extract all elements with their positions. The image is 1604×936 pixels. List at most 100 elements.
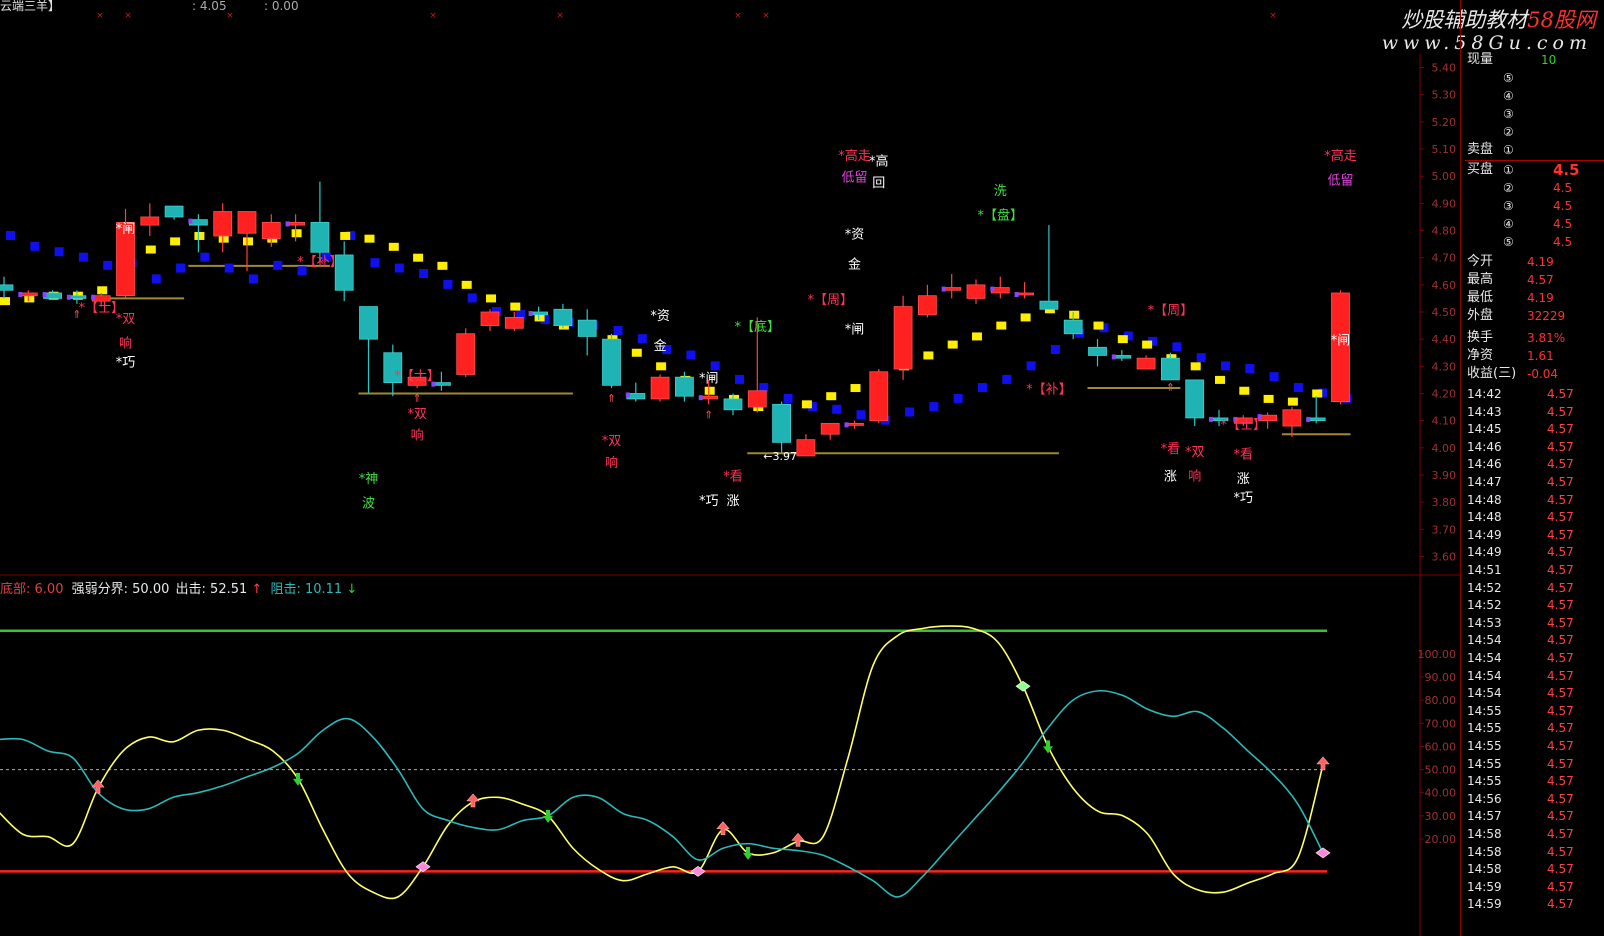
band-dot-blue (1293, 383, 1303, 393)
band-dot-blue (370, 258, 380, 268)
signal-annotation: *资 (845, 228, 865, 243)
candle-flag (1209, 416, 1213, 422)
signal-annotation: *闸 (845, 323, 865, 338)
signal-annotation: *巧 (699, 494, 719, 509)
candle-flag (941, 286, 946, 292)
band-dot-blue (1026, 361, 1036, 371)
band-dot-blue (1245, 364, 1255, 374)
candle-body (237, 211, 257, 234)
header-marker-icon: × (556, 11, 564, 21)
candle-flag (42, 291, 47, 297)
candle-body (1161, 357, 1180, 381)
divide-label: 强弱分界: (71, 582, 129, 597)
candle-body (918, 295, 937, 316)
price-tick-label: 5.00 (1432, 170, 1457, 183)
tick-time: 14:54 (1467, 651, 1502, 665)
tick-time: 14:43 (1467, 404, 1502, 419)
tick-time: 14:59 (1467, 897, 1502, 912)
tick-time: 14:55 (1467, 739, 1502, 753)
tick-price: 4.57 (1547, 439, 1574, 454)
tick-time: 14:55 (1467, 756, 1502, 771)
band-dot-yellow (1020, 313, 1031, 322)
signal-annotation: 涨 (726, 494, 739, 509)
candle-body (213, 211, 233, 237)
marker-up-arrow-icon (791, 832, 805, 847)
arrow-down-icon: ↓ (346, 582, 358, 597)
buy-side-label: 买盘 (1467, 162, 1494, 177)
band-dot-blue (273, 260, 283, 270)
band-dot-yellow (194, 231, 205, 240)
candle-body (1088, 346, 1107, 356)
band-dot-blue (1221, 361, 1230, 371)
candle-body (1185, 379, 1205, 419)
band-dot-yellow (1117, 335, 1128, 344)
buy-arrow-icon: ⇑ (412, 392, 421, 405)
candle-body (602, 338, 621, 386)
signal-annotation: 低留 (1327, 173, 1353, 188)
signal-annotation: *双 (602, 434, 622, 449)
arrow-up-icon: ↑ (251, 582, 263, 597)
chart-area[interactable]: × × × × × × × × 5.40 5.30 5.20 5.10 5.00 4.90 4.80 4.70… (0, 0, 1460, 936)
tick-price: 4.57 (1547, 510, 1574, 525)
header-marker-icon: × (734, 11, 742, 21)
candle-body (893, 306, 913, 370)
signal-annotation: *双 (116, 312, 136, 327)
indicator-tick-label: 80.00 (1425, 694, 1457, 707)
band-dot-yellow (364, 234, 375, 243)
candle-body (796, 439, 816, 457)
signal-annotation: *资 (650, 309, 670, 324)
indicator-tick-label: 50.00 (1425, 764, 1457, 777)
marker-down-arrow-icon (743, 846, 753, 860)
tick-time: 14:56 (1467, 791, 1502, 806)
quote-side-panel[interactable]: 现量 10 ⑤ ④ ③ ② ① 卖盘 买盘 ① 4.5 ② 4.5 ③ 4.5 ④ 4.5 ⑤ 4.5 今开 4.19 最… (1460, 0, 1604, 936)
tick-time: 14:52 (1467, 580, 1502, 595)
band-dot-yellow (340, 231, 351, 240)
signal-annotation: 低留 (841, 171, 867, 186)
sell-level-label: ① (1503, 143, 1514, 157)
candle-body (456, 333, 476, 375)
tick-price: 4.57 (1547, 686, 1574, 701)
band-dot-yellow (947, 340, 958, 349)
price-tick-label: 4.20 (1432, 387, 1457, 400)
tick-price: 4.57 (1547, 492, 1574, 507)
tick-price: 4.57 (1547, 404, 1574, 419)
tick-price: 4.57 (1547, 422, 1574, 437)
signal-annotation: *闸 (699, 372, 719, 387)
candle-flag (285, 221, 290, 227)
band-dot-yellow (1069, 310, 1080, 319)
candle-body (966, 284, 986, 299)
candle-flag (66, 294, 71, 300)
tick-time: 14:54 (1467, 668, 1502, 683)
tick-price: 4.57 (1547, 633, 1574, 648)
candle-body (359, 306, 378, 340)
tick-price: 4.57 (1547, 457, 1574, 472)
header-value-2: : 0.00 (264, 0, 299, 13)
tick-time: 14:55 (1467, 774, 1502, 789)
tick-time: 14:42 (1467, 387, 1502, 401)
candle-flag (1111, 354, 1116, 360)
candle-body (140, 216, 160, 226)
band-dot-yellow (1215, 375, 1225, 384)
tick-price: 4.57 (1547, 563, 1574, 577)
candle-flag (844, 422, 849, 428)
signal-annotation: *神 (359, 472, 379, 487)
candle-body (553, 308, 573, 326)
indicator-tick-label: 100.00 (1418, 648, 1457, 661)
buy-level-label: ⑤ (1503, 235, 1514, 249)
signal-annotation: *【士】 (394, 369, 440, 384)
band-dot-yellow (1093, 321, 1104, 330)
candle-body (310, 221, 330, 253)
indicator-series-line (0, 689, 1324, 898)
signal-annotation: *【周】 (807, 293, 853, 308)
candle-body (504, 317, 524, 329)
band-dot-blue (783, 393, 793, 403)
sell-side-label: 卖盘 (1467, 142, 1494, 157)
band-dot-blue (637, 334, 647, 344)
price-tick-label: 3.70 (1432, 523, 1457, 536)
signal-annotation: *看 (723, 468, 743, 484)
band-dot-blue (1269, 372, 1279, 382)
stat-label: 净资 (1467, 348, 1494, 363)
bottom-label: 底部: (0, 582, 31, 597)
price-tick-label: 4.80 (1432, 225, 1457, 238)
signal-annotation: *看 (1161, 441, 1181, 457)
